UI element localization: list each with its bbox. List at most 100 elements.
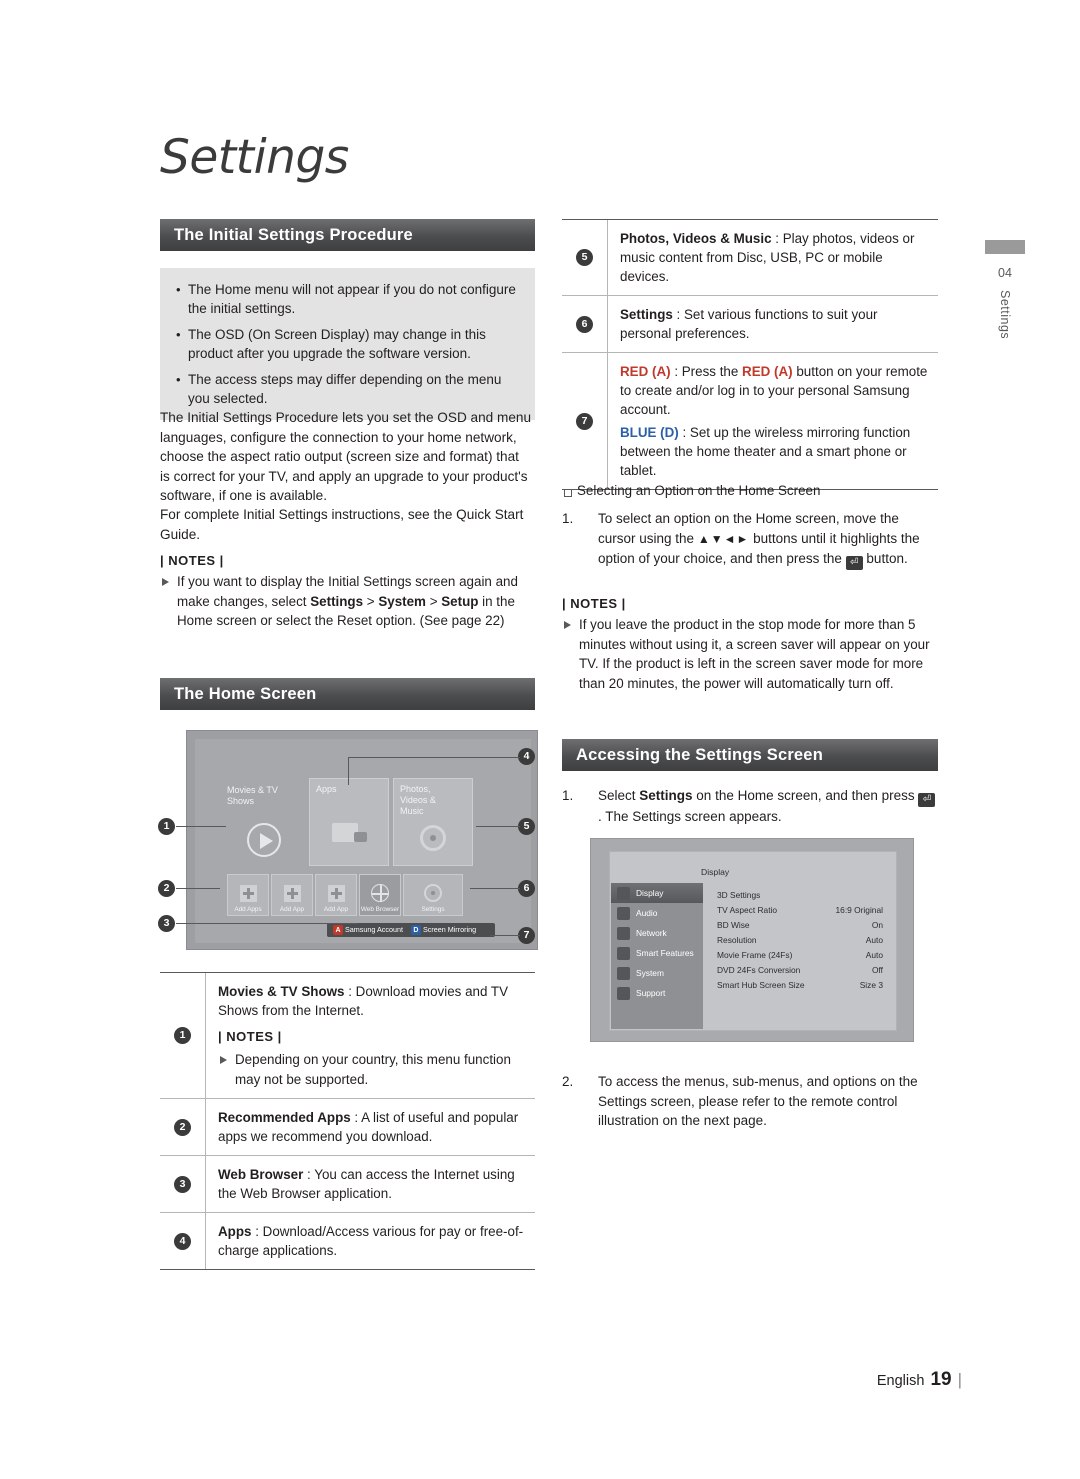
row-title: Photos, Videos & Music [620,231,772,246]
settings-option-row[interactable]: DVD 24Fs Conversion Off [709,962,893,977]
page-title: Settings [160,130,349,185]
step-text-part3: . The Settings screen appears. [598,808,782,824]
system-icon [617,966,630,980]
option-label: Movie Frame (24Fs) [717,949,793,960]
footer-page-number: 19 [930,1369,952,1390]
leader-line-4-h [348,757,520,758]
step-text-part3: button. [862,551,908,566]
section-header-accessing-settings: Accessing the Settings Screen [562,739,938,771]
plus-icon [239,885,257,902]
row-number: 2 [174,1118,191,1136]
table-row: 5 Photos, Videos & Music : Play photos, … [562,220,938,296]
grey-bullet: The OSD (On Screen Display) may change i… [174,325,521,363]
grey-note-box: The Home menu will not appear if you do … [160,268,535,420]
settings-menu-item-smart-features[interactable]: Smart Features [611,943,703,963]
row-number-cell: 2 [160,1099,206,1155]
row-number-cell: 4 [160,1213,206,1269]
display-icon [617,886,630,900]
step-number: 1. [562,511,574,526]
settings-option-row[interactable]: TV Aspect Ratio 16:9 Original [709,902,893,917]
row-number-cell: 3 [160,1156,206,1212]
row-description: Settings : Set various functions to suit… [620,305,928,343]
row-description-blue: BLUE (D) : Set up the wireless mirroring… [620,423,928,480]
small-tile-add-app-2: Add App [271,874,313,916]
tile-photos-videos-music: Photos, Videos & Music [393,778,473,866]
subheading-selecting-option: Selecting an Option on the Home Screen [562,483,938,498]
settings-option-row[interactable]: Smart Hub Screen Size Size 3 [709,977,893,992]
row-number: 1 [174,1027,191,1044]
step-text: Select Settings on the Home screen, and … [598,786,938,826]
callout-1: 1 [158,818,175,835]
bottom-bar-entry-screen-mirroring: D Screen Mirroring [410,925,476,936]
settings-menu-item-network[interactable]: Network [611,923,703,943]
settings-menu-label: Network [636,928,667,938]
grey-bullet: The access steps may differ depending on… [174,370,521,408]
red-a-key-badge: A [333,925,343,936]
row-body: Movies & TV Shows : Download movies and … [206,973,535,1098]
note-item: Depending on your country, this menu fun… [218,1050,525,1089]
grey-bullet: The Home menu will not appear if you do … [174,280,521,318]
section-header-initial-settings: The Initial Settings Procedure [160,219,535,251]
table-row: 2 Recommended Apps : A list of useful an… [160,1099,535,1156]
step-text-part1: Select [598,788,640,803]
small-tile-add-apps-1: Add Apps [227,874,269,916]
leader-line-2 [176,888,220,889]
manual-page: Settings 04 Settings The Initial Setting… [0,0,1080,1479]
row-number-cell: 5 [562,220,608,295]
section-header-home-screen: The Home Screen [160,678,535,710]
step-text-part2: on the Home screen, and then press [692,788,919,803]
step-text: To access the menus, sub-menus, and opti… [598,1074,918,1128]
tile-label-photos: Photos, Videos & Music [400,784,436,816]
home-items-table-left: 1 Movies & TV Shows : Download movies an… [160,972,535,1270]
table-row: 4 Apps : Download/Access various for pay… [160,1213,535,1269]
settings-menu-item-audio[interactable]: Audio [611,903,703,923]
step-1-select-option: 1. To select an option on the Home scree… [562,509,938,570]
row-number-cell: 6 [562,296,608,352]
settings-option-row[interactable]: BD Wise On [709,917,893,932]
settings-left-menu: Display Audio Network Smart Features Sys… [611,883,703,1029]
step-text: To select an option on the Home screen, … [598,509,938,570]
row-description: Movies & TV Shows : Download movies and … [218,982,525,1020]
settings-menu-label: System [636,968,664,978]
enter-key-icon: ⏎ [845,555,863,570]
small-tile-label: Web Browser [360,906,400,913]
settings-menu-label: Smart Features [636,948,694,958]
footer-divider: | [957,1370,962,1389]
step-2-access-menus: 2. To access the menus, sub-menus, and o… [562,1072,938,1131]
gear-icon [424,884,442,902]
row-title: Movies & TV Shows [218,984,345,999]
settings-option-row[interactable]: 3D Settings [709,887,893,902]
row-description: Apps : Download/Access various for pay o… [218,1222,525,1260]
leader-line-5 [476,826,520,827]
row-number: 5 [576,249,593,266]
option-value: Off [871,964,883,975]
settings-option-row[interactable]: Movie Frame (24Fs) Auto [709,947,893,962]
table-row: 3 Web Browser : You can access the Inter… [160,1156,535,1213]
step-number: 1. [562,788,574,803]
option-value: 16:9 Original [835,904,884,915]
settings-panel-title: Display [701,867,730,877]
row-body: Settings : Set various functions to suit… [608,296,938,352]
settings-option-row[interactable]: Resolution Auto [709,932,893,947]
apps-icon-secondary [354,832,367,842]
settings-menu-item-support[interactable]: Support [611,983,703,1003]
settings-menu-item-system[interactable]: System [611,963,703,983]
option-label: TV Aspect Ratio [717,904,778,915]
option-label: BD Wise [717,919,750,930]
settings-options-list: 3D Settings TV Aspect Ratio 16:9 Origina… [709,887,893,992]
bottom-bar-label-1: Samsung Account [345,924,403,934]
small-tile-settings: Settings [403,874,463,916]
note-item: If you leave the product in the stop mod… [562,615,938,693]
callout-5: 5 [518,818,535,835]
footer-language: English [876,1373,925,1389]
table-row: 1 Movies & TV Shows : Download movies an… [160,973,535,1099]
globe-icon [371,884,389,902]
row-body: Apps : Download/Access various for pay o… [206,1213,535,1269]
row-body: Web Browser : You can access the Interne… [206,1156,535,1212]
settings-menu-item-display[interactable]: Display [611,883,703,903]
row-title: Recommended Apps [218,1110,351,1125]
row-title-red-a: RED (A) [620,364,671,379]
plus-icon [283,885,301,902]
step-bold-settings: Settings [639,788,693,803]
row-title-blue-d: BLUE (D) [620,425,679,440]
